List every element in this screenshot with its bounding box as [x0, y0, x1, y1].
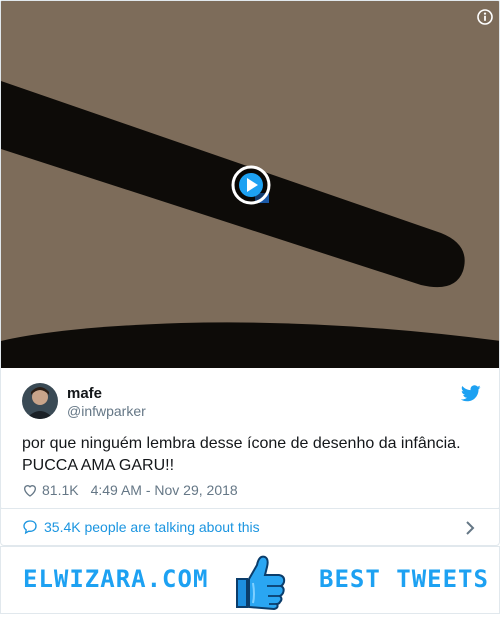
tweet-meta: 81.1K 4:49 AM - Nov 29, 2018: [22, 481, 238, 499]
author-handle[interactable]: @infwparker: [67, 403, 146, 419]
tweet-author[interactable]: mafe @infwparker: [22, 383, 482, 419]
avatar[interactable]: [22, 383, 58, 419]
conversation-label[interactable]: 35.4K people are talking about this: [44, 519, 260, 535]
info-icon[interactable]: [477, 9, 493, 25]
conversation-link[interactable]: 35.4K people are talking about this: [0, 508, 500, 546]
tweet-timestamp[interactable]: 4:49 AM - Nov 29, 2018: [91, 482, 238, 498]
play-icon[interactable]: [231, 165, 271, 205]
video-thumbnail[interactable]: [1, 1, 499, 368]
embedded-tweet-card: mafe @infwparker por que ninguém lembra …: [0, 0, 500, 509]
tweet-text-line: PUCCA AMA GARU!!: [22, 457, 175, 474]
comment-bubble-icon: [22, 519, 38, 535]
tweet-text-line: por que ninguém lembra desse ícone de de…: [22, 435, 461, 452]
promo-banner[interactable]: ELWIZARA.COM BEST TWEETS: [0, 546, 500, 614]
brand-name[interactable]: ELWIZARA.COM: [23, 565, 208, 593]
tagline[interactable]: BEST TWEETS: [319, 565, 489, 593]
author-name[interactable]: mafe: [67, 385, 102, 402]
twitter-bird-icon[interactable]: [460, 385, 481, 402]
heart-icon[interactable]: [22, 482, 38, 498]
like-count[interactable]: 81.1K: [42, 482, 79, 498]
tweet-text: por que ninguém lembra desse ícone de de…: [22, 433, 482, 477]
chevron-right-icon[interactable]: [465, 521, 475, 535]
thumbs-up-icon: [227, 549, 291, 613]
